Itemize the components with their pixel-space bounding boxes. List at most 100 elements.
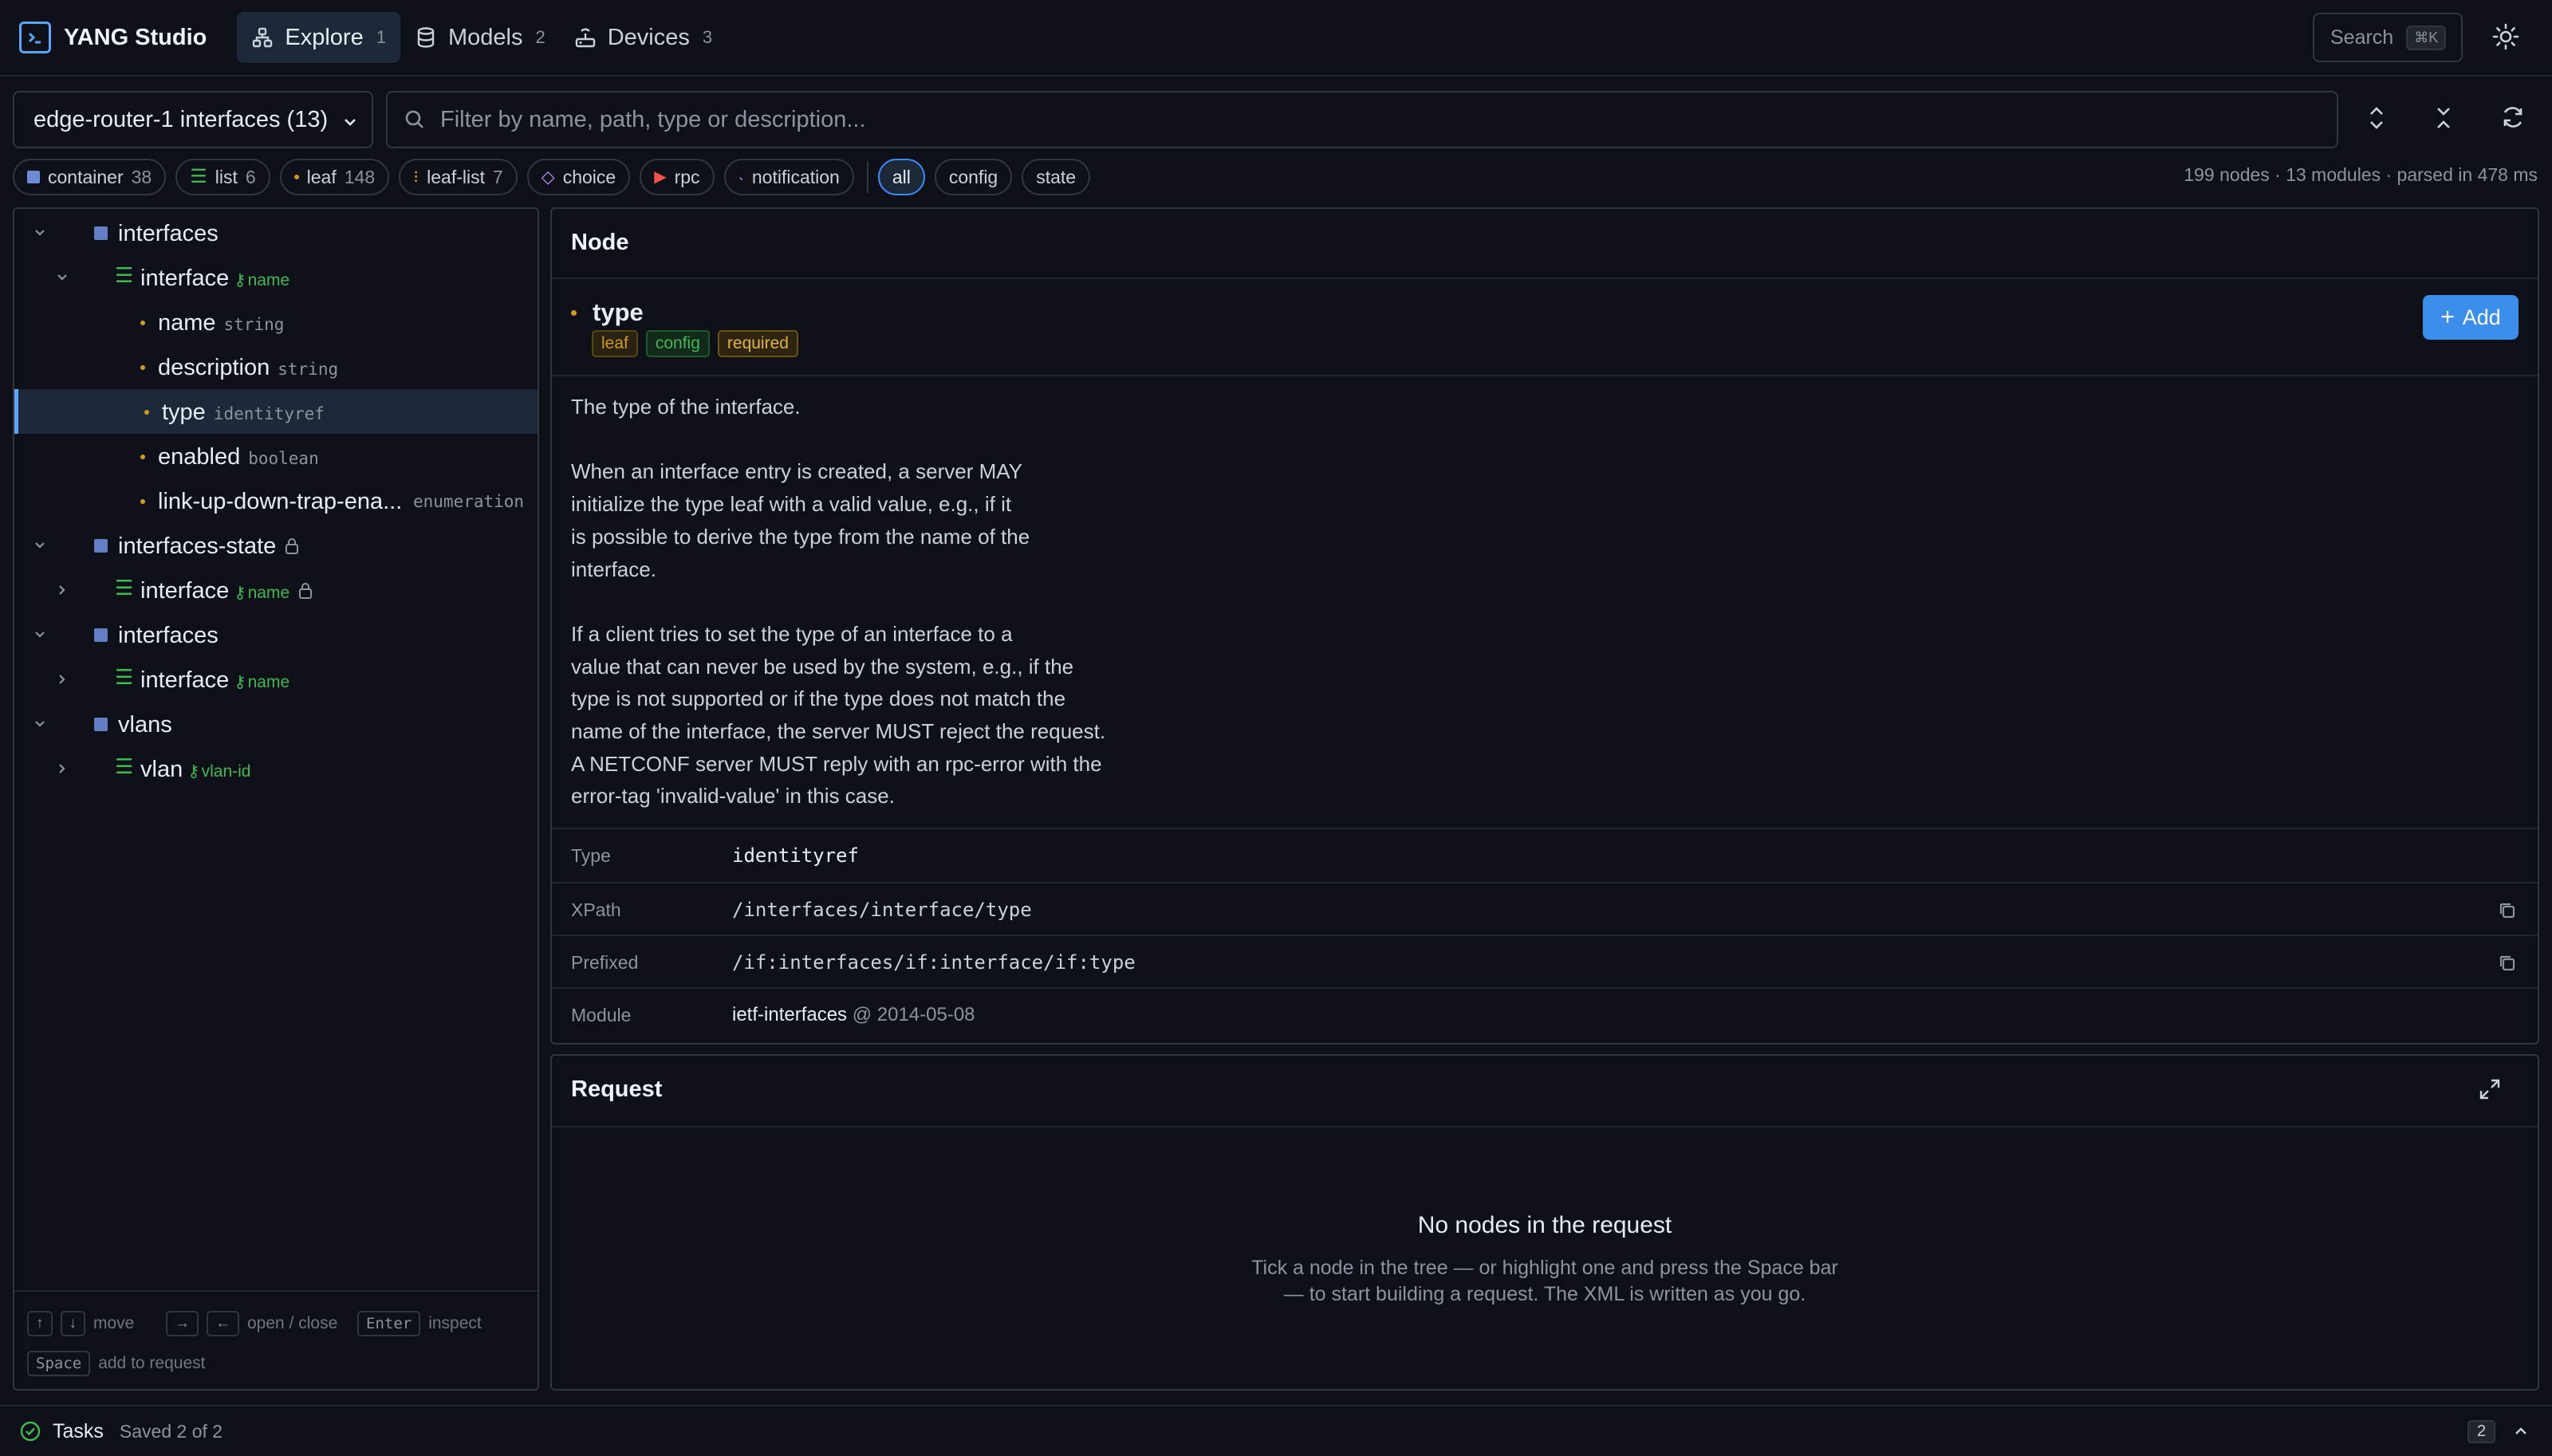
chevron-up-icon[interactable] xyxy=(2512,1423,2530,1440)
list-icon: ☰ xyxy=(115,576,134,600)
tab-models-label: Models xyxy=(447,24,523,50)
tree-node-type: string xyxy=(278,360,339,379)
tree-node-type: string xyxy=(223,315,285,334)
tree-row[interactable]: link-up-down-trap-ena... enumeration xyxy=(14,478,538,523)
enter-key: Enter xyxy=(357,1311,421,1336)
key-icon: ⚷ xyxy=(234,584,246,602)
chevron-down-icon[interactable] xyxy=(32,225,48,241)
tab-devices[interactable]: Devices 3 xyxy=(560,12,727,63)
prop-module: Module ietf-interfaces @ 2014-05-08 xyxy=(552,989,2538,1041)
chip-leaf[interactable]: leaf 148 xyxy=(279,159,390,195)
tree-row[interactable]: type identityref xyxy=(14,389,538,434)
empty-state-line: Tick a node in the tree — or highlight o… xyxy=(1251,1257,1838,1279)
tree-row[interactable]: interfaces-state xyxy=(14,523,538,568)
divider xyxy=(552,277,2538,279)
chip-mode-all[interactable]: all xyxy=(877,159,925,195)
tab-devices-label: Devices xyxy=(607,24,690,50)
container-icon xyxy=(94,539,108,553)
app-title: YANG Studio xyxy=(64,24,207,50)
add-button-label: Add xyxy=(2462,305,2501,329)
tree-row[interactable]: ☰ vlan ⚷vlan-id xyxy=(14,746,538,791)
hint-add-label: add to request xyxy=(98,1354,206,1372)
description-line: type is not supported or if the type doe… xyxy=(571,687,1066,711)
tree-row[interactable]: enabled boolean xyxy=(14,434,538,478)
schema-tree: interfaces ☰ interface ⚷name name string descr… xyxy=(13,207,539,1391)
chevron-right-icon[interactable] xyxy=(54,761,70,777)
filter-input[interactable]: Filter by name, path, type or descriptio… xyxy=(386,91,2338,148)
chip-mode-all-label: all xyxy=(892,166,911,187)
chevron-down-icon[interactable] xyxy=(32,627,48,643)
chip-leaf-list[interactable]: ⁝ leaf-list 7 xyxy=(399,159,518,195)
router-icon xyxy=(575,28,595,48)
collapse-all-button[interactable] xyxy=(2432,104,2455,132)
chevron-down-icon[interactable] xyxy=(32,537,48,553)
prop-module-label: Module xyxy=(571,1004,632,1025)
tree-node-type: enumeration xyxy=(413,492,525,511)
tab-explore[interactable]: Explore 1 xyxy=(237,12,400,63)
list-icon: ☰ xyxy=(115,665,134,689)
prop-xpath-value: /interfaces/interface/type xyxy=(732,899,1032,921)
tree-node-name: type xyxy=(162,399,206,425)
tree-node-name: interfaces xyxy=(118,623,219,648)
search-button[interactable]: Search ⌘K xyxy=(2313,13,2463,62)
tree-node-name: interface xyxy=(140,578,230,604)
tasks-count-badge: 2 xyxy=(2467,1419,2496,1443)
tasks-status: Saved 2 of 2 xyxy=(119,1420,223,1442)
tree-row[interactable]: ☰ interface ⚷name xyxy=(14,255,538,300)
leaf-icon xyxy=(140,365,145,370)
chip-rpc[interactable]: ▶ rpc xyxy=(640,159,715,195)
chevron-down-icon[interactable] xyxy=(54,270,70,285)
theme-toggle-icon[interactable] xyxy=(2491,22,2520,51)
divider xyxy=(552,375,2538,376)
copy-icon[interactable] xyxy=(2498,954,2517,973)
chip-mode-config[interactable]: config xyxy=(934,159,1013,195)
chip-notification[interactable]: ˴ notification xyxy=(723,159,854,195)
chip-mode-state[interactable]: state xyxy=(1022,159,1091,195)
tab-models[interactable]: Models 2 xyxy=(400,12,560,63)
chevron-down-icon[interactable] xyxy=(32,716,48,732)
chip-list[interactable]: ☰ list 6 xyxy=(175,159,270,195)
tree-row[interactable]: ☰ interface ⚷name xyxy=(14,568,538,612)
tasks-bar[interactable]: Tasks Saved 2 of 2 2 xyxy=(0,1405,2552,1456)
container-icon xyxy=(94,226,108,240)
terminal-icon xyxy=(19,22,51,53)
prop-prefixed: Prefixed /if:interfaces/if:interface/if:… xyxy=(552,936,2538,989)
description-line: interface. xyxy=(571,557,656,581)
description-line xyxy=(571,585,1528,618)
add-button[interactable]: + Add xyxy=(2423,295,2519,340)
tree-row[interactable]: interfaces xyxy=(14,211,538,255)
tree-row[interactable]: name string xyxy=(14,300,538,344)
space-key: Space xyxy=(27,1351,91,1376)
filter-placeholder: Filter by name, path, type or descriptio… xyxy=(440,106,866,132)
tree-row[interactable]: vlans xyxy=(14,702,538,746)
tree-row[interactable]: description string xyxy=(14,344,538,389)
tab-explore-count: 1 xyxy=(376,27,386,47)
hint-inspect-label: inspect xyxy=(428,1314,482,1332)
search-label: Search xyxy=(2330,26,2394,49)
scope-select[interactable]: edge-router-1 interfaces (13) xyxy=(13,91,373,148)
leaf-icon xyxy=(140,499,145,504)
prop-type-label: Type xyxy=(571,844,611,866)
chip-mode-config-label: config xyxy=(948,166,998,187)
tree-row[interactable]: interfaces xyxy=(14,612,538,657)
module-revision: @ 2014-05-08 xyxy=(852,1004,975,1025)
hint-open-close: → ← open / close xyxy=(166,1311,337,1336)
chevron-right-icon[interactable] xyxy=(54,671,70,687)
chevron-right-icon[interactable] xyxy=(54,582,70,598)
search-shortcut: ⌘K xyxy=(2406,25,2447,50)
expand-all-button[interactable] xyxy=(2365,104,2388,132)
chip-container[interactable]: container 38 xyxy=(13,159,167,195)
tree-row[interactable]: ☰ interface ⚷name xyxy=(14,657,538,702)
tree-row-label: interfaces xyxy=(118,221,219,247)
list-icon: ☰ xyxy=(115,263,134,287)
module-name[interactable]: ietf-interfaces xyxy=(732,1004,847,1025)
refresh-button[interactable] xyxy=(2499,104,2526,131)
tree-node-name: interfaces xyxy=(118,221,219,246)
leaf-icon xyxy=(140,321,145,325)
copy-icon[interactable] xyxy=(2498,901,2517,920)
chip-choice[interactable]: ◇ choice xyxy=(526,159,631,195)
divider xyxy=(552,1126,2538,1127)
expand-icon[interactable] xyxy=(2477,1076,2503,1102)
badge-leaf: leaf xyxy=(592,330,638,357)
tree-row-label: link-up-down-trap-ena... enumeration xyxy=(158,489,524,515)
